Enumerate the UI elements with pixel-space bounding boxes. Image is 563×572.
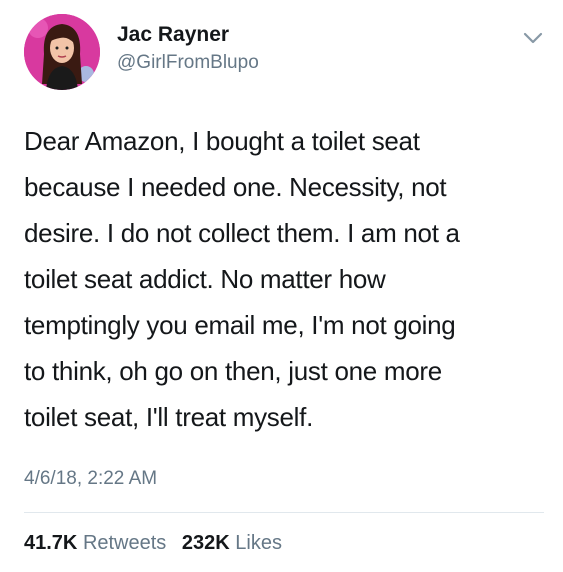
author-info: Jac Rayner @GirlFromBlupo — [117, 22, 259, 76]
tweet-text-line: temptingly you email me, I'm not going — [24, 310, 456, 340]
avatar[interactable] — [24, 14, 100, 90]
likes-stat[interactable]: 232K Likes — [182, 532, 282, 554]
avatar-image-icon — [24, 14, 100, 90]
tweet-text-line: toilet seat, I'll treat myself. — [24, 402, 313, 432]
user-handle[interactable]: @GirlFromBlupo — [117, 50, 259, 76]
tweet-text: Dear Amazon, I bought a toilet seat beca… — [24, 118, 549, 440]
tweet-text-line: Dear Amazon, I bought a toilet seat — [24, 126, 420, 156]
retweets-label: Retweets — [82, 532, 167, 554]
likes-label: Likes — [235, 532, 282, 554]
tweet-timestamp[interactable]: 4/6/18, 2:22 AM — [24, 468, 157, 490]
tweet-text-line: desire. I do not collect them. I am not … — [24, 218, 460, 248]
likes-count: 232K — [181, 532, 230, 554]
display-name[interactable]: Jac Rayner — [117, 22, 259, 48]
divider — [24, 512, 544, 513]
tweet-text-line: because I needed one. Necessity, not — [24, 172, 447, 202]
retweets-count: 41.7K — [24, 532, 78, 554]
tweet-card: Jac Rayner @GirlFromBlupo Dear Amazon, I… — [0, 0, 563, 572]
tweet-stats: 41.7K Retweets 232K Likes — [24, 532, 292, 555]
retweets-stat[interactable]: 41.7K Retweets — [24, 532, 166, 554]
tweet-text-line: toilet seat addict. No matter how — [24, 264, 386, 294]
tweet-text-line: to think, oh go on then, just one more — [24, 356, 442, 386]
chevron-down-icon[interactable] — [522, 30, 544, 46]
